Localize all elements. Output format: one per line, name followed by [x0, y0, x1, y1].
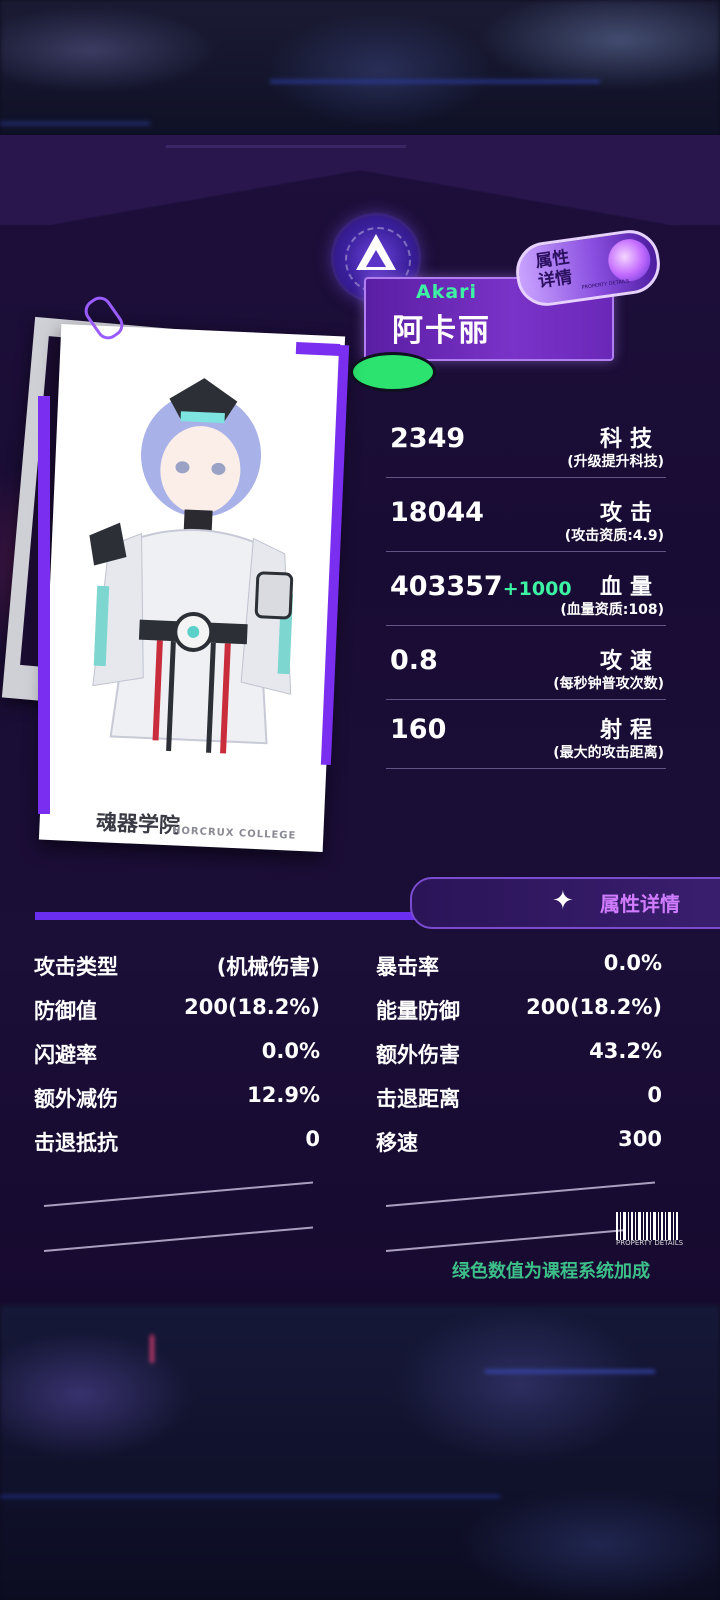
- background-bottom: [0, 1305, 720, 1600]
- barcode-label: PROPERTY DETAILS: [616, 1239, 684, 1247]
- stat-row-attack-speed: 0.8 攻速 (每秒钟普攻次数): [386, 627, 666, 700]
- details-divider-bar: [35, 912, 420, 920]
- stat-value: 18044: [390, 497, 484, 528]
- character-portrait: [89, 378, 294, 754]
- attr-name: 击退抵抗: [34, 1131, 118, 1155]
- attr-value: 0.0%: [261, 1039, 320, 1063]
- background-streak: [270, 80, 600, 83]
- attr-value: 0.0%: [603, 951, 662, 975]
- attr-value: (机械伤害): [216, 955, 320, 979]
- attr-name: 击退距离: [376, 1087, 460, 1111]
- stat-subtext: (攻击资质:4.9): [564, 528, 664, 544]
- stat-value: 0.8: [390, 645, 438, 676]
- attr-name: 能量防御: [376, 999, 460, 1023]
- green-values-footnote: 绿色数值为课程系统加成: [452, 1261, 650, 1282]
- attr-name: 闪避率: [34, 1043, 97, 1067]
- stat-name: 射程: [599, 718, 660, 743]
- barcode-icon: [616, 1212, 678, 1240]
- attr-value: 200(18.2%): [184, 995, 320, 1019]
- stat-value: 160: [390, 714, 447, 745]
- sparkle-icon: ✦: [552, 886, 574, 916]
- background-streak: [0, 122, 150, 125]
- background-streak: [0, 1495, 500, 1498]
- attr-name: 攻击类型: [34, 955, 118, 979]
- character-name-cn: 阿卡丽: [392, 313, 491, 349]
- attr-name: 额外减伤: [34, 1087, 118, 1111]
- stat-bonus-value: +1000: [502, 578, 572, 600]
- background-top: [0, 0, 720, 135]
- stat-row-attack: 18044 攻击 (攻击资质:4.9): [386, 479, 666, 552]
- badge-sublabel: PROPERTY DETAILS: [581, 278, 630, 292]
- background-streak: [150, 1335, 154, 1363]
- character-glove-right: [254, 571, 294, 620]
- stat-value: 2349: [390, 423, 466, 454]
- green-oval-decoration: [350, 352, 436, 392]
- stat-name: 攻击: [599, 501, 660, 526]
- badge-orb-icon: [605, 236, 654, 284]
- character-name-en: Akari: [416, 281, 478, 303]
- stat-subtext: (每秒钟普攻次数): [553, 676, 664, 692]
- headgear-visor: [180, 411, 225, 424]
- stat-value: 403357: [390, 571, 503, 602]
- attr-value: 12.9%: [247, 1083, 320, 1107]
- attr-name: 移速: [376, 1131, 418, 1155]
- card-accent-bar-left: [38, 396, 50, 814]
- attr-value: 300: [618, 1127, 662, 1151]
- badge-label: 属性 详情: [534, 248, 573, 292]
- emblem-triangle-inner: [366, 250, 386, 267]
- attr-name: 防御值: [34, 999, 97, 1023]
- attr-value: 43.2%: [589, 1039, 662, 1063]
- stat-name: 血量: [599, 575, 660, 600]
- stat-subtext: (最大的攻击距离): [553, 745, 664, 761]
- attr-name: 暴击率: [376, 955, 439, 979]
- details-tab-label: 属性详情: [600, 892, 680, 916]
- stat-row-range: 160 射程 (最大的攻击距离): [386, 696, 666, 769]
- stat-row-tech: 2349 科技 (升级提升科技): [386, 405, 666, 478]
- stat-subtext: (血量资质:108): [560, 602, 664, 618]
- attr-value: 200(18.2%): [526, 995, 662, 1019]
- stat-value-group: 403357+1000: [390, 571, 572, 602]
- stat-subtext: (升级提升科技): [567, 454, 664, 470]
- attr-name: 额外伤害: [376, 1043, 460, 1067]
- stat-name: 攻速: [599, 649, 660, 674]
- stat-row-hp: 403357+1000 血量 (血量资质:108): [386, 553, 666, 626]
- card-accent-corner: [295, 342, 341, 356]
- badge-label-line2: 详情: [537, 267, 574, 292]
- attr-value: 0: [305, 1127, 320, 1151]
- attr-value: 0: [647, 1083, 662, 1107]
- background-streak: [485, 1370, 655, 1373]
- stat-name: 科技: [599, 427, 660, 452]
- card-caption: 魂器学院: [95, 810, 181, 838]
